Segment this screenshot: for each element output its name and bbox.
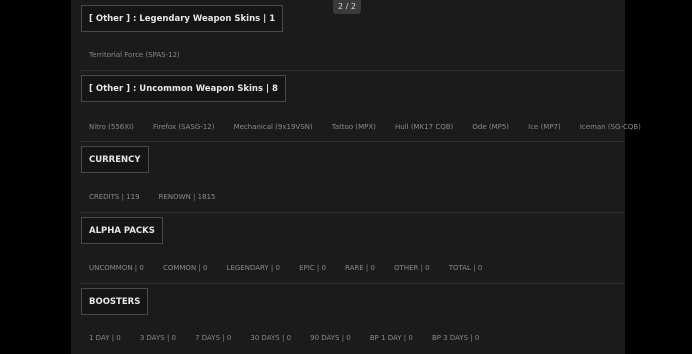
list-item: Hull (MK17 CQB): [395, 123, 454, 131]
list-item: 7 DAYS | 0: [195, 334, 232, 342]
list-item: 30 DAYS | 0: [250, 334, 292, 342]
list-item: UNCOMMON | 0: [89, 264, 144, 272]
list-item: Ice (MP7): [528, 123, 561, 131]
list-item: 90 DAYS | 0: [310, 334, 351, 342]
item-list: Territorial Force (SPAS-12): [89, 42, 194, 59]
section-header[interactable]: BOOSTERS: [81, 288, 149, 315]
list-item: Iceman (SG-CQB): [579, 123, 641, 131]
list-item: Ode (MP5): [472, 123, 510, 131]
section-header[interactable]: ALPHA PACKS: [81, 217, 163, 244]
list-item: Mechanical (9x19VSN): [233, 123, 313, 131]
item-list: UNCOMMON | 0 COMMON | 0 LEGENDARY | 0 EP…: [89, 255, 496, 272]
list-item: TOTAL | 0: [448, 264, 483, 272]
item-list: 1 DAY | 0 3 DAYS | 0 7 DAYS | 0 30 DAYS …: [89, 325, 493, 342]
viewport: 2 / 2 [ Other ] : Legendary Weapon Skins…: [0, 0, 692, 354]
item-list: Nitro (556XI) Firefox (SASG-12) Mechanic…: [89, 114, 655, 131]
page-indicator: 2 / 2: [333, 0, 361, 14]
item-list: CREDITS | 119 RENOWN | 1815: [89, 184, 229, 201]
section-uncommon-weapon-skins: [ Other ] : Uncommon Weapon Skins | 8 Ni…: [80, 70, 641, 142]
list-item: COMMON | 0: [162, 264, 208, 272]
section-alpha-packs: ALPHA PACKS UNCOMMON | 0 COMMON | 0 LEGE…: [80, 212, 625, 284]
list-item: Firefox (SASG-12): [152, 123, 215, 131]
section-header[interactable]: CURRENCY: [81, 146, 149, 173]
list-item: Tattoo (MPX): [331, 123, 376, 131]
list-item: 1 DAY | 0: [89, 334, 121, 342]
section-boosters: BOOSTERS 1 DAY | 0 3 DAYS | 0 7 DAYS | 0…: [80, 283, 625, 354]
list-item: OTHER | 0: [394, 264, 430, 272]
list-item: EPIC | 0: [299, 264, 326, 272]
section-header[interactable]: [ Other ] : Legendary Weapon Skins | 1: [81, 5, 284, 32]
list-item: LEGENDARY | 0: [226, 264, 280, 272]
list-item: Territorial Force (SPAS-12): [89, 51, 180, 59]
list-item: BP 1 DAY | 0: [369, 334, 413, 342]
list-item: RENOWN | 1815: [158, 193, 216, 201]
list-item: RARE | 0: [345, 264, 375, 272]
list-item: CREDITS | 119: [89, 193, 140, 201]
list-item: 3 DAYS | 0: [139, 334, 177, 342]
list-item: BP 3 DAYS | 0: [431, 334, 480, 342]
section-currency: CURRENCY CREDITS | 119 RENOWN | 1815: [80, 141, 625, 213]
section-header[interactable]: [ Other ] : Uncommon Weapon Skins | 8: [81, 75, 286, 102]
list-item: Nitro (556XI): [89, 123, 134, 131]
